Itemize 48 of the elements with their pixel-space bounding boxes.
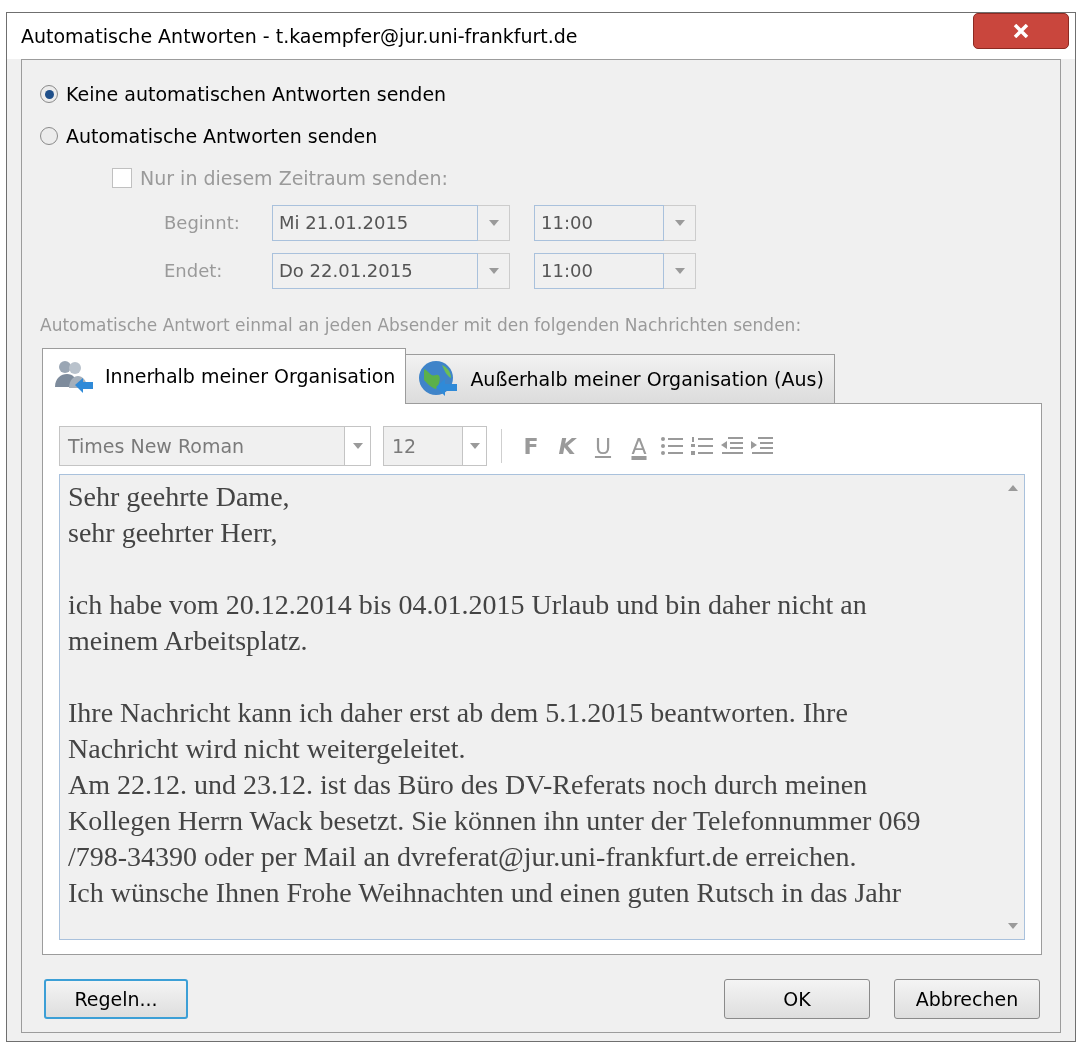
message-line: Sehr geehrte Dame,: [68, 480, 290, 514]
message-line: meinem Arbeitsplatz.: [68, 624, 308, 658]
message-line: Ich wünsche Ihnen Frohe Weihnachten und einen guten Rutsch in das Jahr: [68, 876, 902, 910]
message-line: Nachricht wird nicht weitergeleitet.: [68, 732, 466, 766]
checkbox-label: Nur in diesem Zeitraum senden:: [140, 166, 448, 191]
font-dropdown[interactable]: Times New Roman: [59, 426, 345, 466]
dropdown-button[interactable]: [478, 252, 510, 289]
caret-icon: [488, 219, 499, 226]
dropdown-button[interactable]: [664, 204, 696, 241]
tab[interactable]: Außerhalb meiner Organisation (Aus): [405, 354, 835, 404]
caret-icon: [488, 267, 499, 274]
increase-indent-icon[interactable]: [750, 435, 774, 457]
hint-text: Automatische Antwort einmal an jeden Absender mit den folgenden Nachrichten senden:: [40, 313, 803, 337]
caret-icon: [469, 443, 480, 449]
dropdown-button[interactable]: [664, 252, 696, 289]
window-title: Automatische Antworten - t.kaempfer@jur.uni-frankfurt.de: [21, 23, 578, 49]
message-line: Kollegen Herrn Wack besetzt. Sie können ihn unter der Telefonnummer 069: [68, 804, 921, 838]
rules-button[interactable]: Regeln...: [44, 979, 188, 1019]
tab[interactable]: Innerhalb meiner Organisation: [42, 348, 407, 404]
radio-button[interactable]: [40, 85, 58, 104]
message-editor[interactable]: [59, 474, 1025, 940]
decrease-indent-icon[interactable]: [720, 435, 744, 457]
field-label: Endet:: [164, 259, 224, 283]
dropdown-button[interactable]: [478, 204, 510, 241]
scroll-down-icon: [1008, 923, 1018, 929]
cancel-button[interactable]: Abbrechen: [894, 979, 1040, 1019]
ok-button[interactable]: OK: [724, 979, 870, 1019]
message-line: sehr geehrter Herr,: [68, 516, 278, 550]
radio-label: Keine automatischen Antworten senden: [66, 82, 447, 107]
message-line: Ihre Nachricht kann ich daher erst ab dem 5.1.2015 beantworten. Ihre: [68, 696, 848, 730]
dropdown-button[interactable]: [345, 426, 371, 466]
caret-icon: [352, 443, 363, 449]
message-line: /798-34390 oder per Mail an dvreferat@jur.uni-frankfurt.de erreichen.: [68, 840, 857, 874]
caret-icon: [674, 219, 685, 226]
scroll-up-icon[interactable]: [1008, 485, 1018, 491]
radio-label: Automatische Antworten senden: [66, 123, 378, 149]
caret-icon: [674, 267, 685, 274]
size-dropdown[interactable]: 12: [383, 426, 463, 466]
field-label: Beginnt:: [164, 211, 241, 235]
message-line: ich habe vom 20.12.2014 bis 04.01.2015 Urlaub und bin daher nicht an: [68, 588, 867, 622]
bullet-list-icon[interactable]: [660, 435, 684, 457]
dropdown-button[interactable]: [463, 426, 487, 466]
close-button[interactable]: [973, 13, 1069, 49]
radio-button[interactable]: [40, 126, 58, 145]
close-icon: [1013, 24, 1029, 38]
message-line: Am 22.12. und 23.12. ist das Büro des DV-Referats noch durch meinen: [68, 768, 868, 802]
people-icon: [53, 358, 95, 395]
numbered-list-icon[interactable]: [690, 435, 714, 457]
